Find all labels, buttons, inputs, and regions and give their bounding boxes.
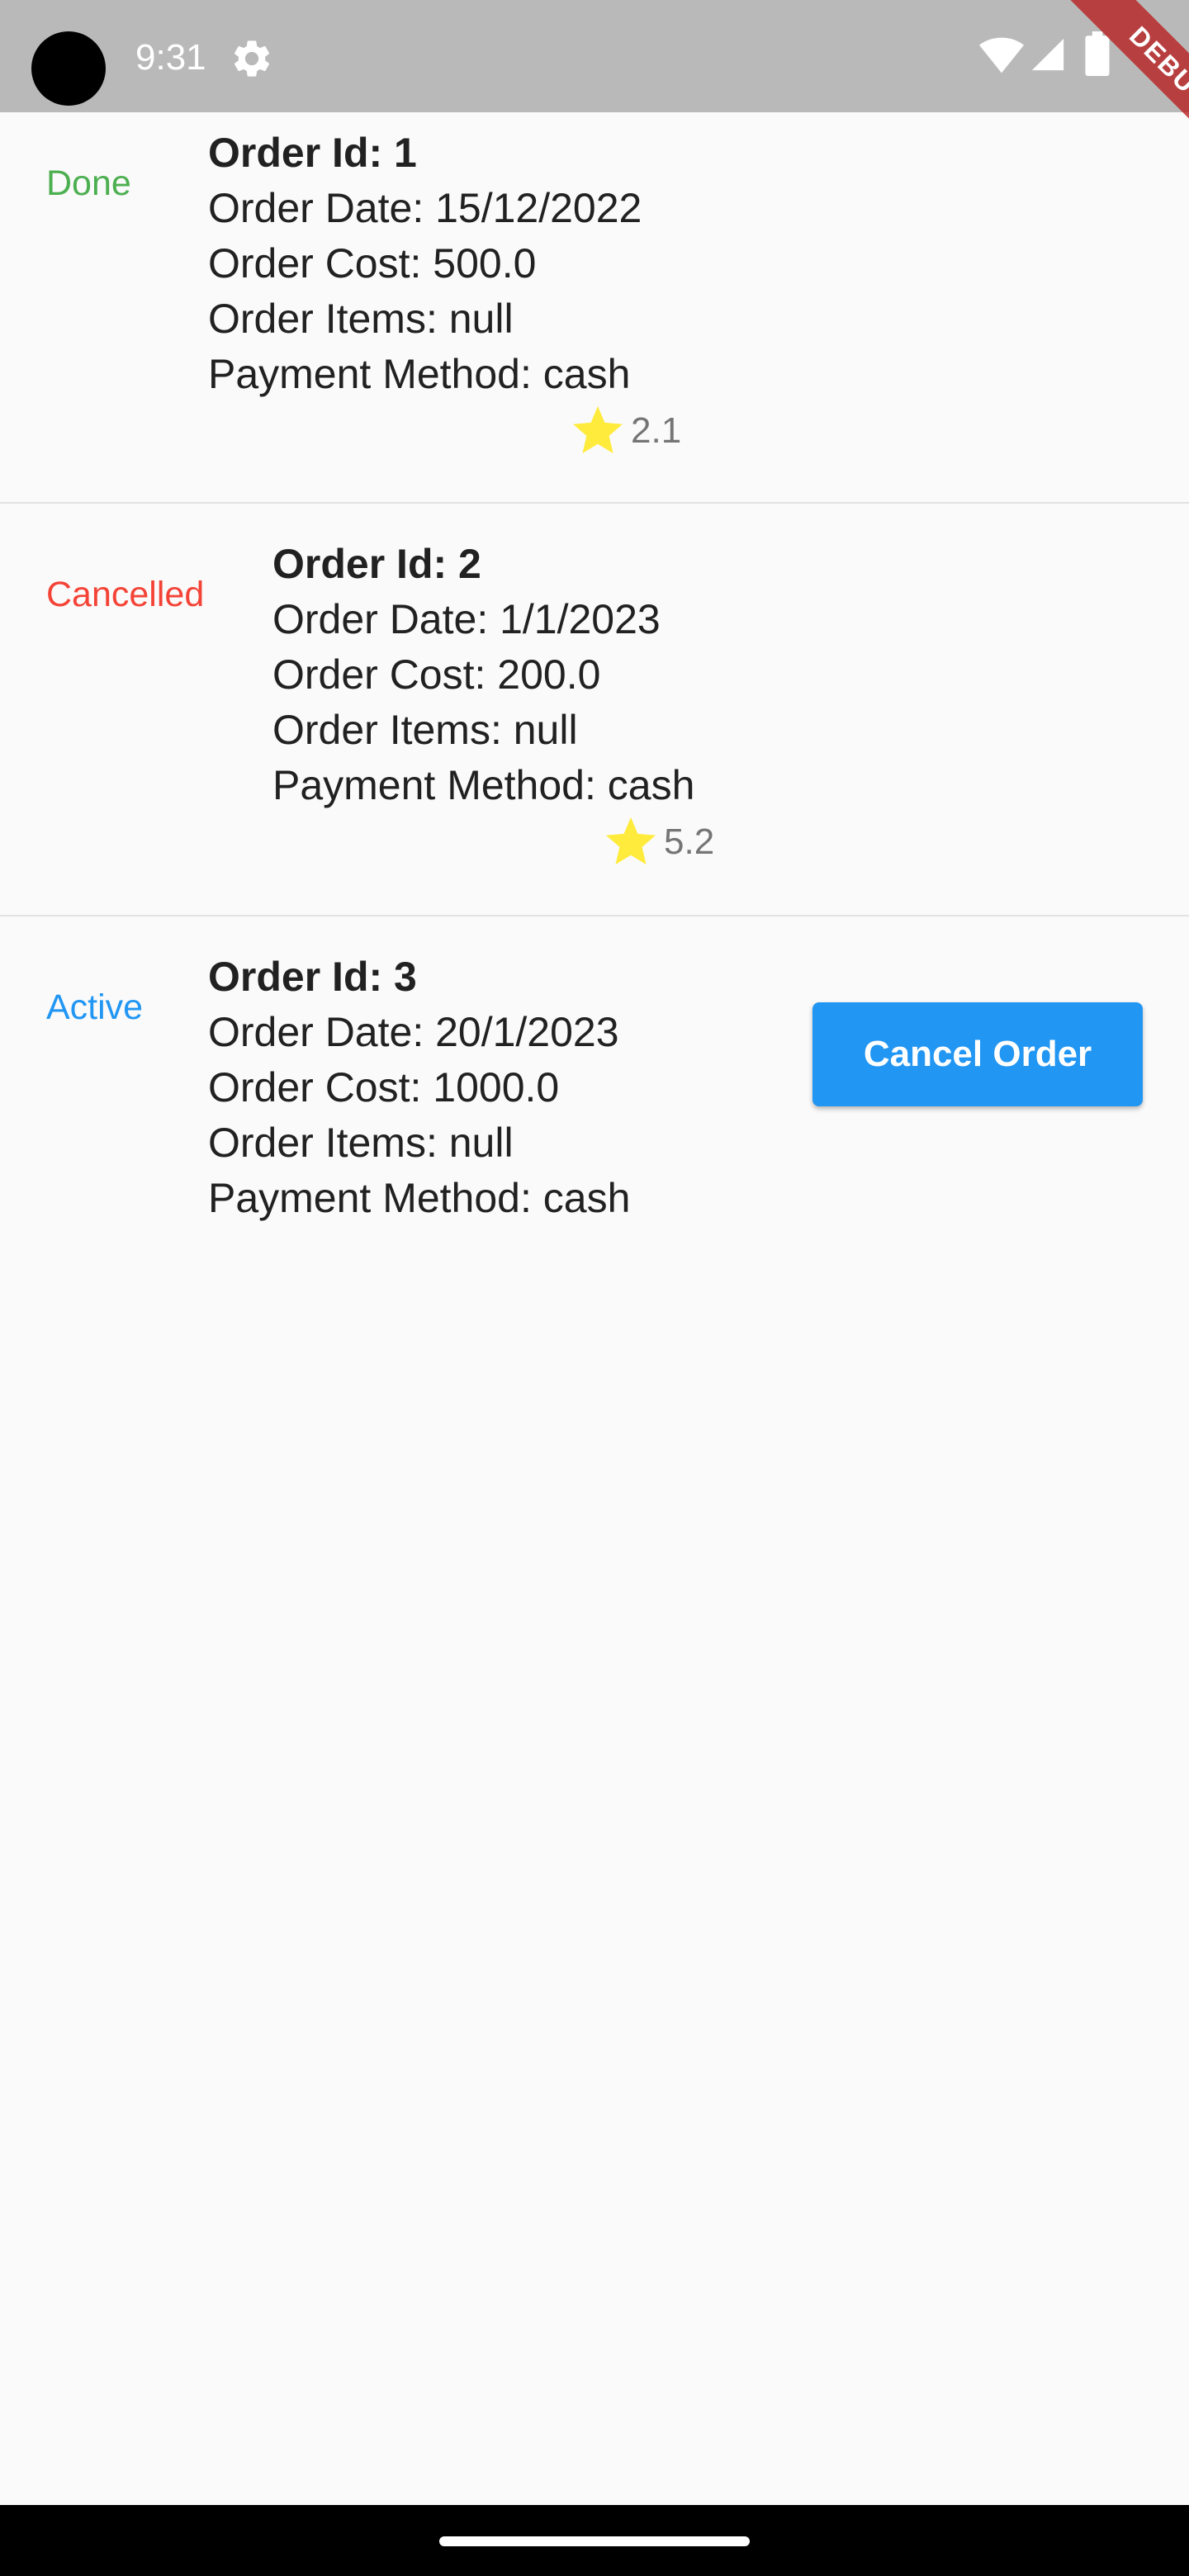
settings-icon [234, 40, 270, 77]
status-time: 9:31 [135, 37, 206, 78]
rating-value: 2.1 [631, 410, 682, 451]
order-rating: 2.1 [568, 401, 681, 461]
order-card: Done Order Id: 1 Order Date: 15/12/2022 … [0, 112, 1189, 504]
order-date: Order Date: 15/12/2022 [208, 185, 642, 231]
order-rating: 5.2 [601, 812, 714, 872]
order-id: Order Id: 3 [208, 954, 417, 1000]
rating-value: 5.2 [664, 822, 715, 862]
order-date: Order Date: 1/1/2023 [272, 596, 661, 642]
order-details: Order Id: 1 Order Date: 15/12/2022 Order… [208, 125, 642, 402]
order-status: Done [46, 163, 131, 203]
order-details: Order Id: 3 Order Date: 20/1/2023 Order … [208, 949, 630, 1226]
navigation-bar [0, 2505, 1189, 2576]
home-indicator[interactable] [439, 2536, 750, 2546]
camera-cutout [31, 31, 106, 106]
order-items: Order Items: null [208, 296, 514, 342]
order-card: Cancelled Order Id: 2 Order Date: 1/1/20… [0, 504, 1189, 916]
order-cost: Order Cost: 200.0 [272, 651, 601, 698]
order-cost: Order Cost: 1000.0 [208, 1064, 560, 1110]
order-status: Cancelled [46, 575, 205, 614]
status-bar: 9:31 [0, 0, 1189, 112]
battery-icon [1085, 31, 1110, 76]
payment-method: Payment Method: cash [208, 1175, 631, 1221]
order-card: Active Order Id: 3 Order Date: 20/1/2023… [0, 916, 1189, 1247]
order-id: Order Id: 1 [208, 130, 417, 176]
wifi-icon [979, 37, 1024, 73]
order-details: Order Id: 2 Order Date: 1/1/2023 Order C… [272, 537, 694, 813]
order-items: Order Items: null [272, 707, 578, 753]
payment-method: Payment Method: cash [272, 762, 695, 808]
cancel-order-button[interactable]: Cancel Order [812, 1002, 1143, 1106]
signal-icon [1031, 38, 1064, 71]
order-cost: Order Cost: 500.0 [208, 240, 537, 286]
payment-method: Payment Method: cash [208, 351, 631, 397]
order-date: Order Date: 20/1/2023 [208, 1009, 619, 1055]
order-items: Order Items: null [208, 1120, 514, 1166]
star-icon [606, 817, 656, 864]
order-status: Active [46, 987, 144, 1027]
order-id: Order Id: 2 [272, 541, 481, 587]
star-icon [573, 406, 623, 453]
